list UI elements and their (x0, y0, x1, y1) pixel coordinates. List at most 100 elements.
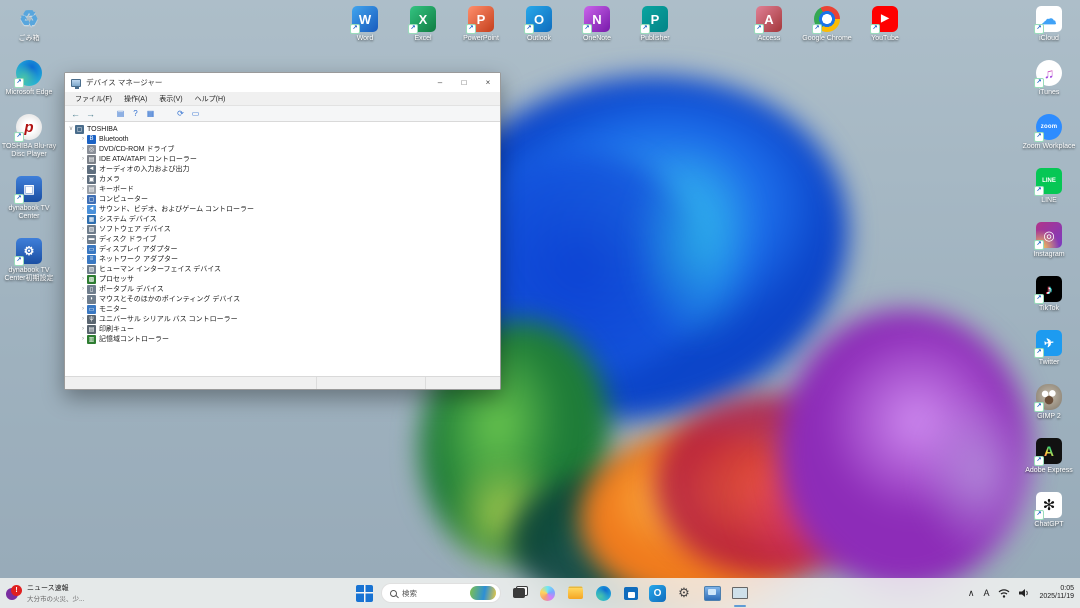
start-button[interactable] (356, 585, 373, 602)
outlook-icon[interactable]: O (649, 585, 666, 602)
tvcenter-icon[interactable]: ▣ dynabook TV Center (0, 176, 58, 221)
itunes-icon[interactable]: ♫ iTunes (1036, 60, 1062, 97)
processor[interactable]: › ▩ プロセッサ (65, 274, 500, 284)
chevron-right-icon[interactable]: › (79, 326, 87, 332)
zoom-icon[interactable]: zoom Zoom Workplace (1023, 114, 1076, 151)
chevron-right-icon[interactable]: › (79, 206, 87, 212)
chevron-right-icon[interactable]: › (79, 316, 87, 322)
chevron-right-icon[interactable]: › (79, 266, 87, 272)
media-app-icon[interactable] (702, 583, 722, 603)
chevron-right-icon[interactable]: › (79, 226, 87, 232)
task-view-icon[interactable] (509, 583, 529, 603)
tvsetup-icon[interactable]: ⚙ dynabook TV Center初期設定 (0, 238, 58, 283)
chevron-right-icon[interactable]: › (79, 236, 87, 242)
chatgpt-icon[interactable]: ✻ ChatGPT (1034, 492, 1063, 529)
wifi-icon[interactable] (998, 588, 1010, 598)
monitor[interactable]: › ▭ モニター (65, 304, 500, 314)
device-manager-icon[interactable] (730, 583, 750, 603)
chevron-down-icon[interactable]: v (67, 126, 75, 132)
close-button[interactable]: × (476, 73, 500, 92)
search-box[interactable]: 検索 (381, 583, 501, 603)
adobe-express-icon[interactable]: A Adobe Express (1025, 438, 1072, 475)
tree-root-toshiba[interactable]: v ▢ TOSHIBA (65, 124, 500, 134)
excel-icon[interactable]: X Excel (396, 6, 450, 43)
chevron-right-icon[interactable]: › (79, 286, 87, 292)
ime-indicator[interactable]: A (983, 588, 989, 598)
gimp-icon[interactable]: GIMP 2 (1036, 384, 1062, 421)
ide-controller[interactable]: › ▤ IDE ATA/ATAPI コントローラー (65, 154, 500, 164)
maximize-button[interactable]: □ (452, 73, 476, 92)
volume-icon[interactable] (1019, 588, 1030, 598)
outlook-icon[interactable]: O Outlook (512, 6, 566, 43)
back[interactable]: ← (69, 107, 82, 120)
print-queue[interactable]: › ▤ 印刷キュー (65, 324, 500, 334)
publisher-icon[interactable]: P Publisher (628, 6, 682, 43)
chevron-right-icon[interactable]: › (79, 166, 87, 172)
titlebar[interactable]: デバイス マネージャー – □ × (65, 73, 500, 92)
bluetooth[interactable]: › B Bluetooth (65, 134, 500, 144)
chevron-right-icon[interactable]: › (79, 146, 87, 152)
storage-controller[interactable]: › ▥ 記憶域コントローラー (65, 334, 500, 344)
display-adapter[interactable]: › ▭ ディスプレイ アダプター (65, 244, 500, 254)
list-view[interactable]: ▤ (114, 107, 127, 120)
usb-controller[interactable]: › ψ ユニバーサル シリアル バス コントローラー (65, 314, 500, 324)
menu-item[interactable]: 操作(A) (118, 94, 153, 104)
sep[interactable] (159, 107, 172, 120)
tiktok-icon[interactable]: ♪ TikTok (1036, 276, 1062, 313)
mouse[interactable]: › ◗ マウスとそのほかのポインティング デバイス (65, 294, 500, 304)
menu-item[interactable]: 表示(V) (153, 94, 188, 104)
chevron-right-icon[interactable]: › (79, 256, 87, 262)
twitter-icon[interactable]: ✈ Twitter (1036, 330, 1062, 367)
scan-hardware[interactable]: ⟳ (174, 107, 187, 120)
properties[interactable]: ▦ (144, 107, 157, 120)
youtube-icon[interactable]: ▶ YouTube (858, 6, 912, 43)
menu-item[interactable]: ヘルプ(H) (189, 94, 232, 104)
network-adapter[interactable]: › ≡ ネットワーク アダプター (65, 254, 500, 264)
monitor[interactable]: ▭ (189, 107, 202, 120)
onenote-icon[interactable]: N OneNote (570, 6, 624, 43)
settings-icon[interactable]: ⚙ (674, 583, 694, 603)
hid[interactable]: › ▨ ヒューマン インターフェイス デバイス (65, 264, 500, 274)
file-explorer-icon[interactable] (565, 583, 585, 603)
word-icon[interactable]: W Word (338, 6, 392, 43)
tray-overflow-chevron-icon[interactable]: ∧ (968, 588, 975, 599)
portable-device[interactable]: › ▯ ポータブル デバイス (65, 284, 500, 294)
line-icon[interactable]: LINE LINE (1036, 168, 1062, 205)
icloud-icon[interactable]: ☁ iCloud (1036, 6, 1062, 43)
chevron-right-icon[interactable]: › (79, 156, 87, 162)
chevron-right-icon[interactable]: › (79, 276, 87, 282)
chevron-right-icon[interactable]: › (79, 136, 87, 142)
keyboard[interactable]: › ▤ キーボード (65, 184, 500, 194)
bdplayer-icon[interactable]: p TOSHIBA Blu-ray Disc Player (0, 114, 58, 159)
chevron-right-icon[interactable]: › (79, 186, 87, 192)
edge-icon[interactable]: Microsoft Edge (6, 60, 53, 97)
menu-item[interactable]: ファイル(F) (69, 94, 118, 104)
minimize-button[interactable]: – (428, 73, 452, 92)
store-icon[interactable] (621, 583, 641, 603)
chevron-right-icon[interactable]: › (79, 216, 87, 222)
camera[interactable]: › ▣ カメラ (65, 174, 500, 184)
help[interactable]: ? (129, 107, 142, 120)
chevron-right-icon[interactable]: › (79, 176, 87, 182)
system-devices[interactable]: › ▦ システム デバイス (65, 214, 500, 224)
chevron-right-icon[interactable]: › (79, 296, 87, 302)
disk-drive[interactable]: › ▬ ディスク ドライブ (65, 234, 500, 244)
computer[interactable]: › ▢ コンピューター (65, 194, 500, 204)
chevron-right-icon[interactable]: › (79, 336, 87, 342)
audio-io[interactable]: › ◄ オーディオの入力および出力 (65, 164, 500, 174)
chevron-right-icon[interactable]: › (79, 246, 87, 252)
chevron-right-icon[interactable]: › (79, 196, 87, 202)
forward[interactable]: → (84, 107, 97, 120)
sound-video-game[interactable]: › ◄ サウンド、ビデオ、およびゲーム コントローラー (65, 204, 500, 214)
widgets-button[interactable]: ニュース速報 大分市の火災、少... (6, 583, 84, 603)
dvd-drive[interactable]: › ◎ DVD/CD-ROM ドライブ (65, 144, 500, 154)
clock[interactable]: 0:05 2025/11/19 (1039, 585, 1074, 602)
sep[interactable] (99, 107, 112, 120)
recycle-icon[interactable]: ♻ ごみ箱 (16, 6, 42, 43)
edge-icon[interactable] (593, 583, 613, 603)
instagram-icon[interactable]: ◎ Instagram (1033, 222, 1064, 259)
search-highlight-image[interactable] (470, 586, 496, 600)
access-icon[interactable]: A Access (742, 6, 796, 43)
chevron-right-icon[interactable]: › (79, 306, 87, 312)
chrome-icon[interactable]: Google Chrome (800, 6, 854, 43)
